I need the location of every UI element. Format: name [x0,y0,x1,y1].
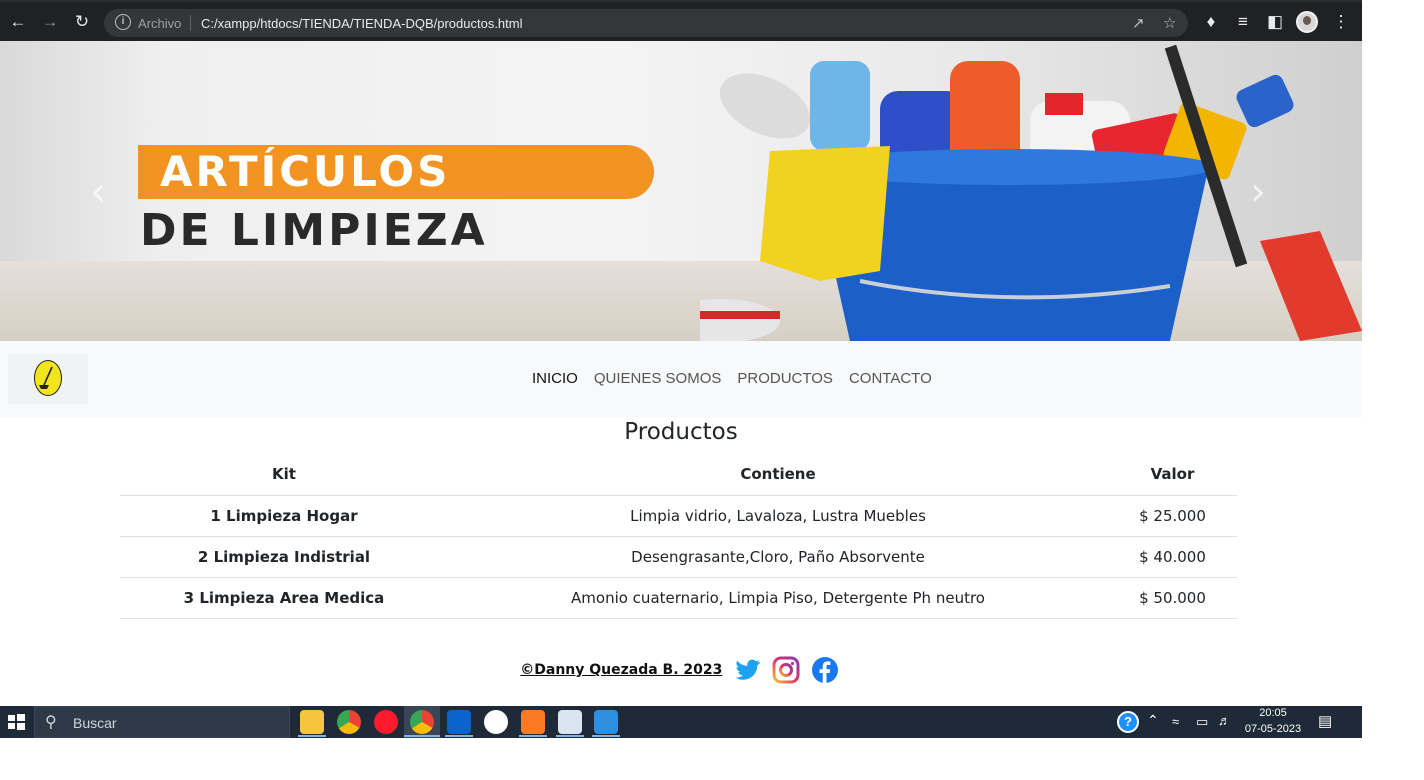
page-title: Productos [624,419,738,445]
battery-icon[interactable]: ▭ [1196,714,1208,730]
tray-chevron-up-icon[interactable]: ⌃ [1147,712,1159,729]
security-label: Archivo [138,16,182,31]
back-icon[interactable]: ← [7,11,29,33]
running-indicator [404,735,440,737]
wifi-icon[interactable]: ≈ [1172,714,1179,729]
cell-kit: 1 Limpieza Hogar [120,495,448,537]
kebab-menu-icon[interactable]: ⋮ [1330,11,1352,33]
table-row: 1 Limpieza Hogar Limpia vidrio, Lavaloza… [120,495,1237,537]
clock-time[interactable]: 20:05 [1242,707,1304,719]
cell-kit: 3 Limpieza Area Medica [120,577,448,619]
share-icon[interactable]: ↗ [1132,14,1145,32]
header-contiene: Contiene [448,454,1108,496]
paint-icon[interactable] [558,710,582,734]
nav-links: INICIO QUIENES SOMOS PRODUCTOS CONTACTO [532,370,948,387]
nav-link-quienes-somos[interactable]: QUIENES SOMOS [594,370,722,387]
site-navbar: INICIO QUIENES SOMOS PRODUCTOS CONTACTO [0,341,1362,417]
hero-title-line1: ARTÍCULOS [160,147,451,196]
help-icon[interactable]: ? [1117,711,1139,733]
header-kit: Kit [120,454,448,496]
windows-taskbar: ⚲ Buscar ? ⌃ ≈ ▭ ♬ 20:05 07-05-2023 ▤ [0,706,1362,738]
divider [190,15,191,31]
nav-link-inicio[interactable]: INICIO [532,370,578,387]
address-bar[interactable]: i Archivo C:/xampp/htdocs/TIENDA/TIENDA-… [104,9,1188,37]
star-icon[interactable]: ☆ [1163,14,1176,32]
copyright-link[interactable]: ©Danny Quezada B. 2023 [520,662,722,678]
table-header-row: Kit Contiene Valor [120,454,1237,496]
broom-logo-icon [34,360,62,396]
file-explorer-icon[interactable] [300,710,324,734]
screen: ← → ↻ i Archivo C:/xampp/htdocs/TIENDA/T… [0,0,1362,738]
xampp-icon[interactable] [521,710,545,734]
logo[interactable] [8,354,88,404]
photos-icon[interactable] [594,710,618,734]
hero-banner: ARTÍCULOS DE LIMPIEZA ‹ › [0,41,1362,341]
carousel-next-icon[interactable]: › [1250,169,1266,215]
instagram-icon[interactable] [772,656,800,684]
running-indicator [445,735,473,737]
volume-icon[interactable]: ♬ [1218,713,1231,728]
side-panel-icon[interactable]: ◧ [1264,11,1286,33]
nav-link-productos[interactable]: PRODUCTOS [737,370,833,387]
cell-contiene: Amonio cuaternario, Limpia Piso, Deterge… [448,577,1108,619]
outlook-icon[interactable] [447,710,471,734]
footer: ©Danny Quezada B. 2023 [0,656,1362,688]
hero-title-line2: DE LIMPIEZA [140,205,488,256]
running-indicator [556,735,584,737]
media-queue-icon[interactable]: ≡ [1232,11,1254,33]
notifications-icon[interactable]: ▤ [1318,712,1332,730]
running-indicator [592,735,620,737]
cell-valor: $ 40.000 [1108,536,1237,578]
carousel-prev-icon[interactable]: ‹ [90,169,106,215]
avatar[interactable] [1296,11,1318,33]
github-icon[interactable] [484,710,508,734]
opera-icon[interactable] [374,710,398,734]
search-icon: ⚲ [45,714,57,731]
cell-valor: $ 25.000 [1108,495,1237,537]
info-icon[interactable]: i [115,14,131,30]
facebook-icon[interactable] [811,656,839,684]
cell-valor: $ 50.000 [1108,577,1237,619]
windows-start-icon[interactable] [0,706,32,738]
cell-contiene: Limpia vidrio, Lavaloza, Lustra Muebles [448,495,1108,537]
products-table: Kit Contiene Valor 1 Limpieza Hogar Limp… [120,454,1237,619]
puzzle-icon[interactable]: ♦ [1200,11,1222,33]
table-row: 2 Limpieza Indistrial Desengrasante,Clor… [120,536,1237,578]
header-valor: Valor [1108,454,1237,496]
browser-toolbar: ← → ↻ i Archivo C:/xampp/htdocs/TIENDA/T… [0,0,1362,41]
forward-icon[interactable]: → [39,11,61,33]
table-row: 3 Limpieza Area Medica Amonio cuaternari… [120,577,1237,619]
chrome-active-icon[interactable] [410,710,434,734]
taskbar-search[interactable]: ⚲ Buscar [34,706,290,738]
running-indicator [298,735,326,737]
twitter-icon[interactable] [734,656,762,684]
cell-kit: 2 Limpieza Indistrial [120,536,448,578]
search-placeholder: Buscar [73,715,117,731]
running-indicator [519,735,547,737]
clock-date[interactable]: 07-05-2023 [1242,723,1304,735]
nav-link-contacto[interactable]: CONTACTO [849,370,932,387]
reload-icon[interactable]: ↻ [71,11,93,33]
cell-contiene: Desengrasante,Cloro, Paño Absorvente [448,536,1108,578]
chrome-icon[interactable] [337,710,361,734]
url-text[interactable]: C:/xampp/htdocs/TIENDA/TIENDA-DQB/produc… [201,16,522,31]
